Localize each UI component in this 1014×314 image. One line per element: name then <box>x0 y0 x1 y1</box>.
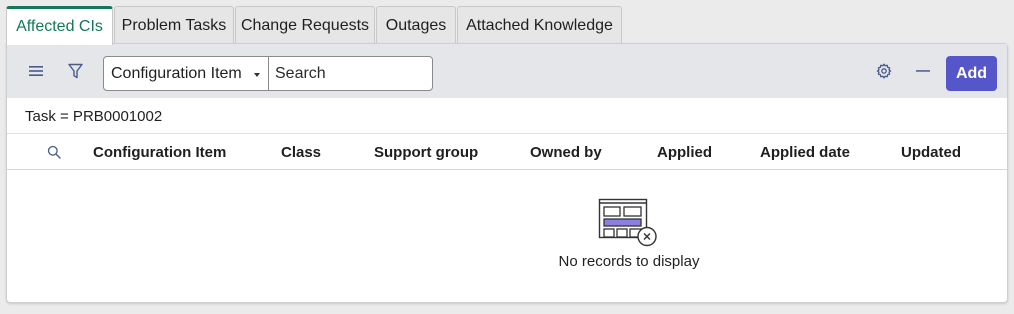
tab-label: Problem Tasks <box>121 16 227 34</box>
filter-breadcrumb[interactable]: Task = PRB0001002 <box>25 108 162 125</box>
tab-change-requests[interactable]: Change Requests <box>235 6 375 44</box>
list-toolbar: Configuration Item Add <box>7 44 1007 98</box>
column-header-class[interactable]: Class <box>281 134 321 170</box>
tab-attached-knowledge[interactable]: Attached Knowledge <box>457 6 622 44</box>
minus-icon[interactable] <box>913 61 933 81</box>
empty-table-icon <box>598 198 660 248</box>
tab-outages[interactable]: Outages <box>376 6 456 44</box>
add-button[interactable]: Add <box>946 56 997 91</box>
tab-bar: Affected CIs Problem Tasks Change Reques… <box>6 6 623 45</box>
column-header-applied-date[interactable]: Applied date <box>760 134 850 170</box>
tab-affected-cis[interactable]: Affected CIs <box>6 6 113 45</box>
tab-label: Outages <box>385 16 447 34</box>
tab-label: Attached Knowledge <box>466 16 613 34</box>
field-select-value: Configuration Item <box>111 64 242 82</box>
tab-label: Change Requests <box>240 16 370 34</box>
search-icon[interactable] <box>46 144 62 160</box>
tab-problem-tasks[interactable]: Problem Tasks <box>114 6 234 44</box>
related-lists-frame: Affected CIs Problem Tasks Change Reques… <box>0 0 1014 314</box>
search-input[interactable] <box>268 56 433 91</box>
field-select[interactable]: Configuration Item <box>103 56 269 91</box>
gear-icon[interactable] <box>874 61 894 81</box>
column-header-updated[interactable]: Updated <box>901 134 961 170</box>
chevron-down-icon <box>254 73 260 77</box>
column-header-applied[interactable]: Applied <box>657 134 712 170</box>
hamburger-menu-icon[interactable] <box>25 61 47 81</box>
filter-funnel-icon[interactable] <box>65 61 85 81</box>
column-header-owned-by[interactable]: Owned by <box>530 134 602 170</box>
column-header-support-group[interactable]: Support group <box>374 134 478 170</box>
related-list-panel: Configuration Item Add Task = PRB0001 <box>6 43 1008 303</box>
tab-label: Affected CIs <box>16 18 103 35</box>
empty-state-message: No records to display <box>558 253 700 270</box>
table-header: Configuration Item Class Support group O… <box>7 133 1007 170</box>
empty-state: No records to display <box>7 171 1007 301</box>
column-header-configuration-item[interactable]: Configuration Item <box>93 134 226 170</box>
